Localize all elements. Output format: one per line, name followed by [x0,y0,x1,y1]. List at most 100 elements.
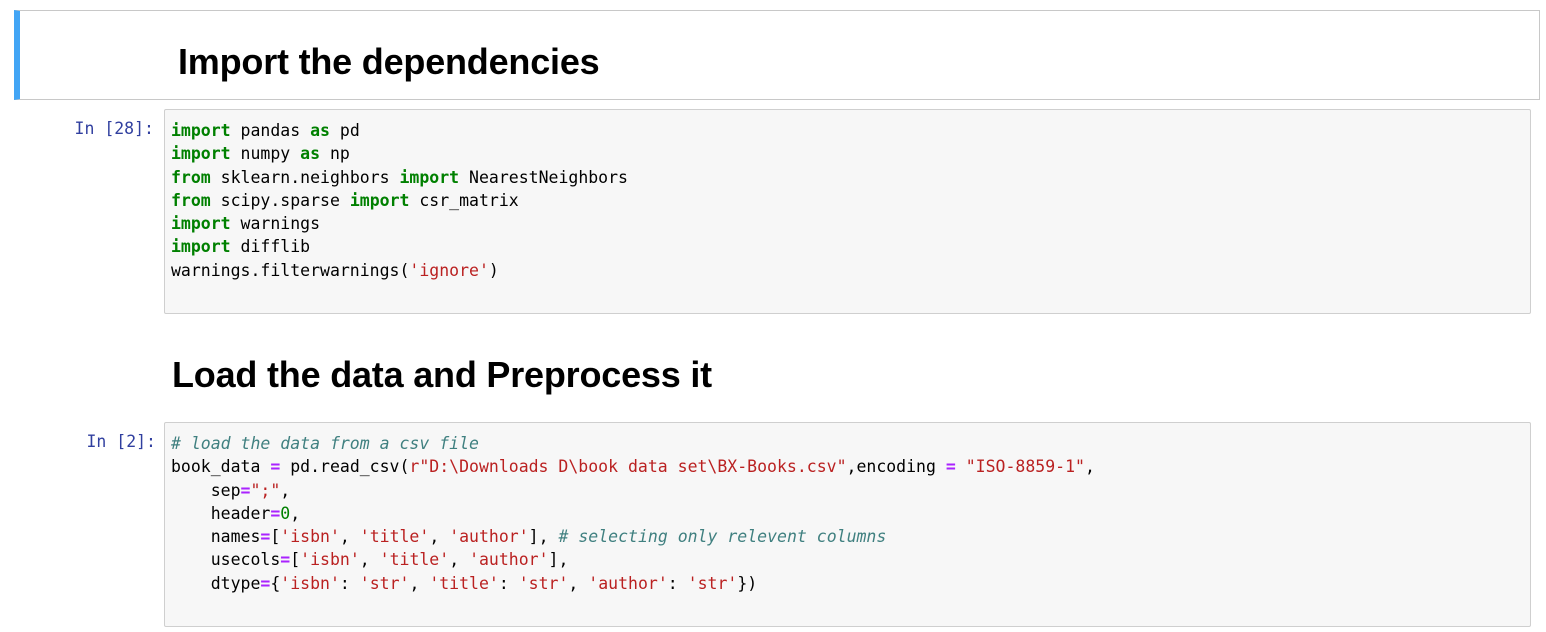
code-token: ) [488,260,499,280]
code-token: = [280,550,291,570]
code-string: 'isbn' [280,527,340,547]
code-line: # load the data from a csv file [171,432,1530,455]
code-line: from sklearn.neighbors import NearestNei… [171,166,1530,189]
code-token: = [270,457,281,477]
code-line: sep=";", [171,479,1530,502]
code-token: csr_matrix [409,190,519,210]
code-token: = [945,457,956,477]
code-keyword: as [310,121,330,140]
code-token: : [498,573,519,593]
notebook-page: Import the dependencies In [28]: import … [0,0,1546,632]
code-token: warnings.filterwarnings( [171,260,410,280]
code-string: ";" [250,480,281,500]
code-editor[interactable]: # load the data from a csv file book_data… [171,432,1530,595]
code-token: , [359,550,380,570]
code-token: , [568,573,589,593]
code-comment: # load the data from a csv file [171,434,479,453]
code-line: book_data = pd.read_csv(r"D:\Downloads D… [171,455,1530,478]
code-keyword: import [171,144,231,164]
markdown-cell-load-data[interactable]: Load the data and Preprocess it [14,330,1540,410]
code-line: warnings.filterwarnings('ignore') [171,259,1530,282]
section-heading: Import the dependencies [178,41,600,82]
code-token: : [667,573,688,593]
code-token: { [270,573,281,593]
code-token: book_data [171,457,271,477]
code-token: np [320,144,350,164]
code-string: 'author' [449,527,529,547]
code-keyword: as [300,144,321,164]
code-cell-load-data[interactable]: # load the data from a csv file book_data… [164,422,1531,627]
code-token: sep [171,480,241,500]
code-line: import pandas as pd [171,119,1530,142]
code-string: 'author' [588,573,668,593]
code-string: 'title' [359,527,430,547]
code-string: 'title' [429,573,499,593]
code-keyword: import [171,121,231,140]
input-prompt: In [28]: [74,119,154,138]
code-line: dtype={'isbn': 'str', 'title': 'str', 'a… [171,572,1530,595]
code-token: = [260,573,271,593]
code-token: , [1084,457,1095,477]
code-keyword: import [171,214,231,234]
code-token: ], [528,527,559,547]
code-token: pd [329,121,360,140]
code-token: pd.read_csv( [280,457,410,477]
code-token: = [240,480,251,500]
input-prompt: In [2]: [86,432,156,451]
code-token: [ [290,550,301,570]
code-token: warnings [230,214,321,234]
code-token: = [270,503,281,523]
code-keyword: import [349,190,410,210]
code-string: 'author' [469,550,549,570]
code-line: header=0, [171,502,1530,525]
code-string: 'str' [359,573,410,593]
code-string: "ISO-8859-1" [965,457,1085,477]
code-token: , [339,527,360,547]
code-line: import difflib [171,235,1530,258]
code-token: , [290,503,301,523]
code-token: ], [548,550,569,570]
code-token: [ [270,527,281,547]
code-editor[interactable]: import pandas as pd import numpy as np fro… [171,119,1530,282]
code-line: import numpy as np [171,142,1530,165]
code-line: names=['isbn', 'title', 'author'], # sel… [171,525,1530,548]
code-line: usecols=['isbn', 'title', 'author'], [171,548,1530,571]
code-token: scipy.sparse [210,190,350,210]
code-token: numpy [230,144,301,164]
code-token: , [280,480,291,500]
code-comment: # selecting only relevent columns [558,527,887,547]
code-token: 0 [280,503,291,523]
code-token: pandas [230,121,311,140]
code-token: usecols [171,550,281,570]
code-token: : [339,573,360,593]
code-token: = [260,527,271,547]
code-keyword: import [399,167,460,187]
code-string: 'str' [687,573,738,593]
code-cell-imports[interactable]: import pandas as pd import numpy as np fro… [164,109,1531,314]
code-keyword: import [171,237,231,257]
code-string: 'ignore' [409,260,489,280]
code-token: }) [737,573,758,593]
code-token: NearestNeighbors [459,167,628,187]
code-string: 'isbn' [300,550,360,570]
code-line: from scipy.sparse import csr_matrix [171,189,1530,212]
code-token: names [171,527,261,547]
markdown-cell-import-dependencies[interactable]: Import the dependencies [14,10,1540,100]
code-token: sklearn.neighbors [210,167,400,187]
code-string: 'isbn' [280,573,340,593]
code-token: ,encoding [846,457,946,477]
code-token: difflib [230,237,311,257]
code-string: 'str' [518,573,569,593]
code-token: , [449,550,470,570]
code-keyword: from [171,167,211,187]
code-line: import warnings [171,212,1530,235]
code-token: header [171,503,271,523]
code-token: dtype [171,573,261,593]
code-keyword: from [171,190,211,210]
code-token: , [429,527,450,547]
section-heading: Load the data and Preprocess it [172,354,712,395]
code-string: 'title' [379,550,450,570]
code-token: , [409,573,430,593]
code-string: r"D:\Downloads D\book data set\BX-Books.… [409,457,847,477]
